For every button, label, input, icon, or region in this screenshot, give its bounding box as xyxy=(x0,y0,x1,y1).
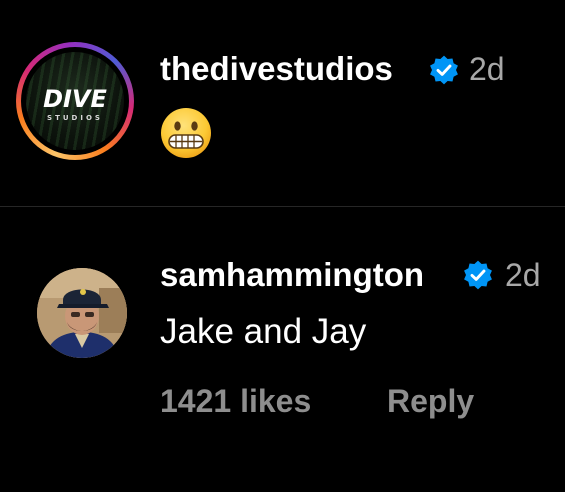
comment-username[interactable]: samhammington xyxy=(160,256,424,294)
avatar-photo-image xyxy=(37,268,127,358)
dive-studios-logo-avatar[interactable]: DIVE STUDIOS xyxy=(26,52,124,150)
verified-badge-icon xyxy=(430,55,458,85)
user-avatar[interactable] xyxy=(37,268,127,358)
comment-thedivestudios: DIVE STUDIOS thedivestudios 2d xyxy=(0,0,565,206)
comment-timestamp: 2d xyxy=(469,51,505,87)
reply-button[interactable]: Reply xyxy=(387,383,474,420)
comment-username[interactable]: thedivestudios xyxy=(160,50,393,88)
likes-count[interactable]: 1421 likes xyxy=(160,383,311,420)
comment-text: Jake and Jay xyxy=(160,312,367,351)
logo-subtext: STUDIOS xyxy=(47,114,103,122)
logo-wordmark: DIVE xyxy=(43,85,107,113)
comment-divider xyxy=(0,206,565,207)
verified-badge-icon xyxy=(464,260,492,290)
grimacing-face-emoji-icon xyxy=(161,108,211,158)
story-ring[interactable]: DIVE STUDIOS xyxy=(16,42,134,160)
avatar-ring-gap: DIVE STUDIOS xyxy=(21,47,129,155)
comment-timestamp: 2d xyxy=(505,257,541,293)
